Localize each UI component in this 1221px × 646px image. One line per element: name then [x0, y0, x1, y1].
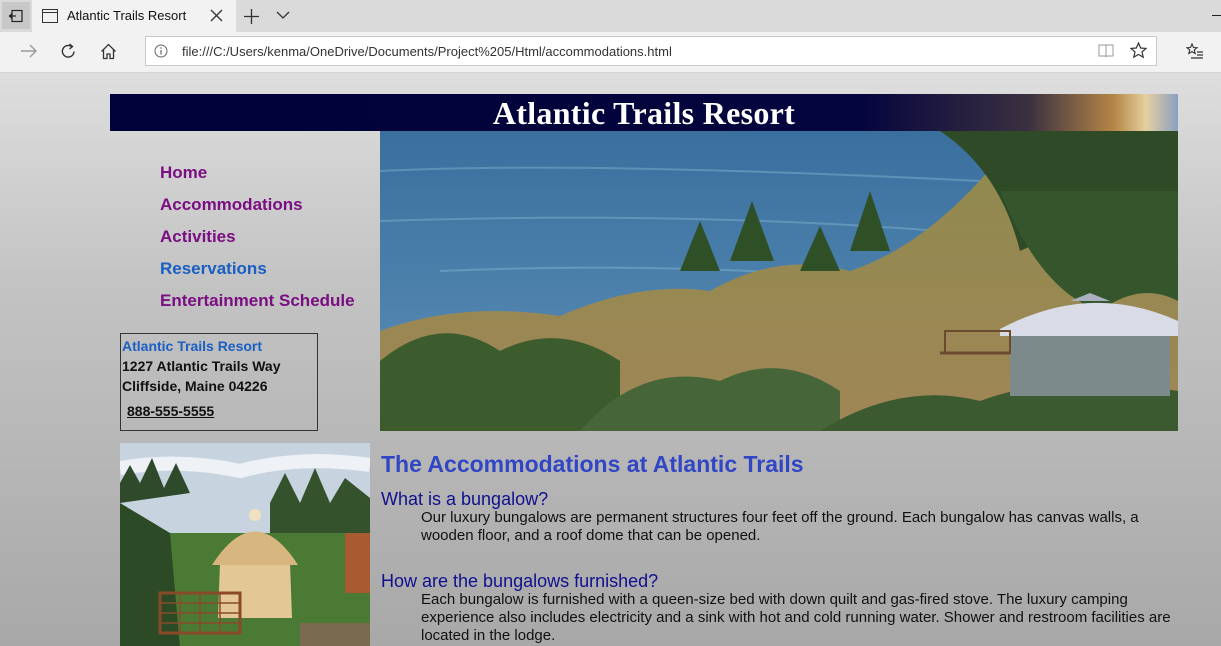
tab-title: Atlantic Trails Resort: [67, 8, 187, 23]
nav-accommodations[interactable]: Accommodations: [160, 195, 355, 227]
faq-question: How are the bungalows furnished?: [381, 571, 659, 591]
favorite-star-icon[interactable]: [1130, 42, 1147, 59]
nav-reservations[interactable]: Reservations: [160, 259, 355, 291]
close-tab-icon[interactable]: [210, 9, 223, 22]
faq-item: How are the bungalows furnished? Each bu…: [381, 571, 1181, 645]
contact-street: 1227 Atlantic Trails Way: [122, 358, 281, 374]
reading-view-icon[interactable]: [1098, 44, 1114, 58]
nav-home[interactable]: Home: [160, 163, 355, 195]
chevron-down-icon[interactable]: [276, 10, 290, 20]
faq-item: What is a bungalow? Our luxury bungalows…: [381, 489, 1181, 545]
forward-icon[interactable]: [20, 43, 38, 59]
home-icon[interactable]: [100, 43, 117, 60]
minimize-icon[interactable]: [1212, 15, 1221, 16]
url-text[interactable]: file:///C:/Users/kenma/OneDrive/Document…: [182, 44, 672, 59]
site-header: Atlantic Trails Resort: [110, 94, 1178, 131]
info-icon[interactable]: [154, 44, 168, 58]
contact-phone-link[interactable]: 888-555-5555: [127, 401, 317, 421]
tab-bar: Atlantic Trails Resort: [0, 0, 1221, 32]
contact-city: Cliffside, Maine 04226: [122, 378, 268, 394]
page-icon: [42, 9, 58, 23]
nav-entertainment-schedule[interactable]: Entertainment Schedule: [160, 291, 355, 323]
address-bar[interactable]: file:///C:/Users/kenma/OneDrive/Document…: [145, 36, 1157, 66]
nav-activities[interactable]: Activities: [160, 227, 355, 259]
main-content: The Accommodations at Atlantic Trails Wh…: [381, 451, 1181, 646]
active-tab[interactable]: Atlantic Trails Resort: [32, 0, 236, 32]
page-heading: The Accommodations at Atlantic Trails: [381, 451, 804, 477]
refresh-icon[interactable]: [60, 43, 77, 60]
set-aside-tabs-icon: [8, 9, 23, 22]
main-nav: Home Accommodations Activities Reservati…: [160, 163, 355, 323]
faq-question: What is a bungalow?: [381, 489, 549, 509]
contact-box: Atlantic Trails Resort 1227 Atlantic Tra…: [120, 333, 318, 431]
set-aside-tabs-button[interactable]: [2, 2, 30, 29]
new-tab-icon[interactable]: [244, 9, 259, 24]
hero-image: [380, 131, 1178, 431]
contact-name: Atlantic Trails Resort: [122, 338, 263, 354]
navigation-bar: file:///C:/Users/kenma/OneDrive/Document…: [0, 32, 1221, 73]
bungalow-photo: [120, 443, 370, 646]
faq-answer: Each bungalow is furnished with a queen-…: [421, 591, 1171, 644]
faq-answer: Our luxury bungalows are permanent struc…: [421, 509, 1139, 544]
site-title: Atlantic Trails Resort: [492, 95, 796, 131]
favorites-hub-icon[interactable]: [1186, 43, 1204, 60]
page-viewport: Atlantic Trails Resort Home Accommodatio…: [0, 73, 1221, 646]
